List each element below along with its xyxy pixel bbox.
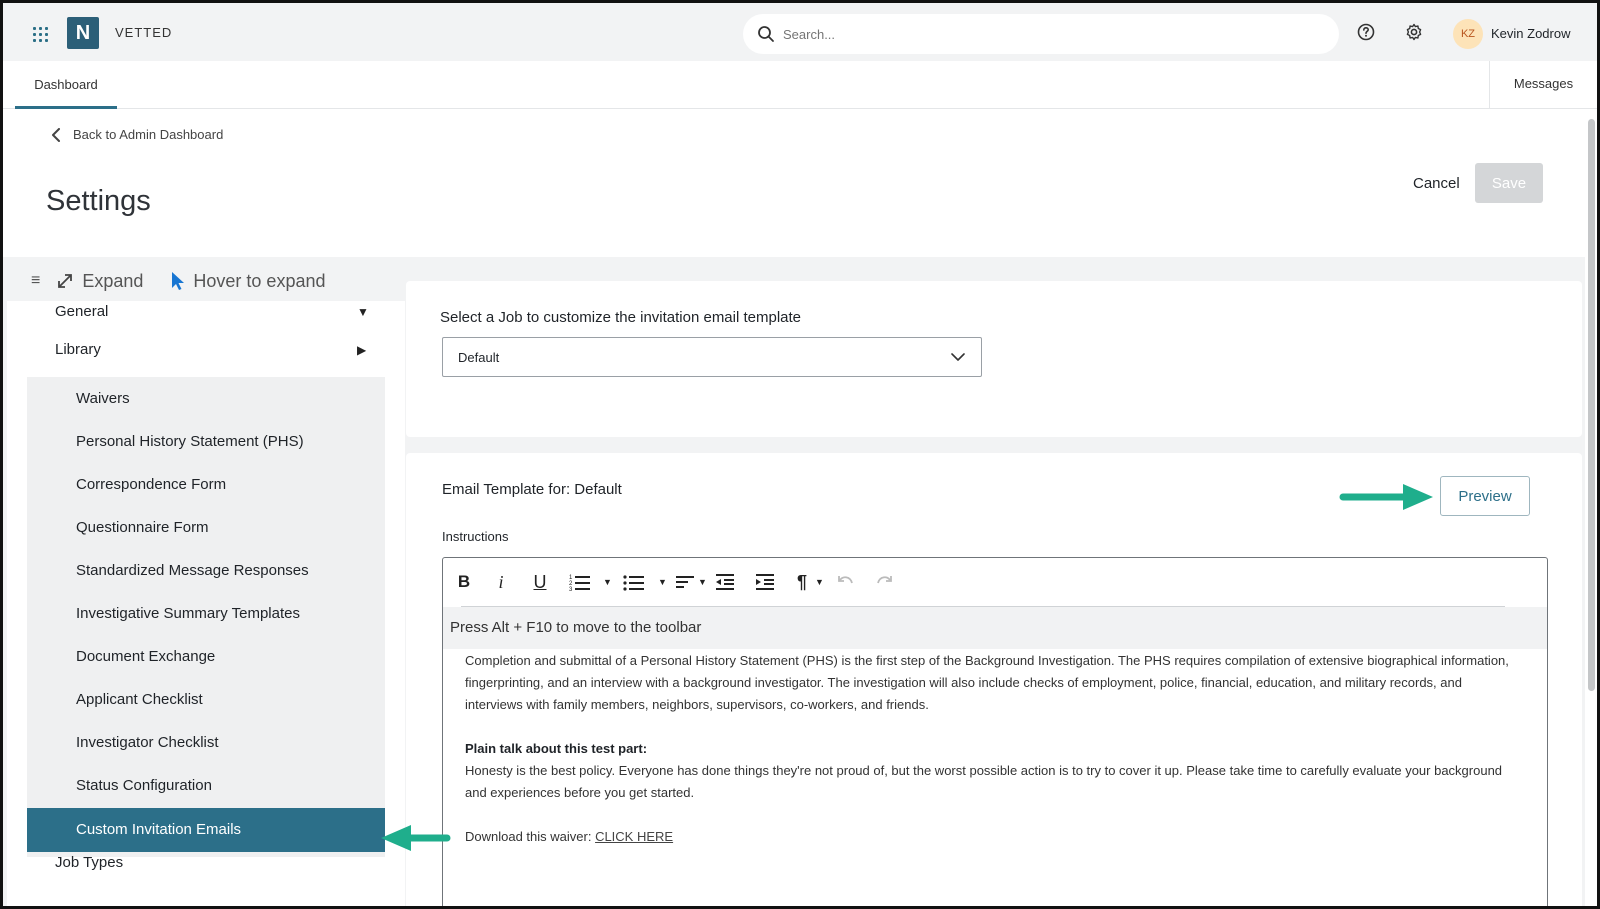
sidebar-item-waivers[interactable]: Waivers — [27, 377, 385, 421]
email-template-title: Email Template for: Default — [442, 481, 622, 498]
chevron-left-icon — [52, 127, 60, 142]
scrollbar-thumb[interactable] — [1588, 119, 1595, 691]
settings-sidebar: General ▼ Library ▶ Waivers Personal His… — [7, 301, 405, 906]
search-icon — [758, 26, 774, 42]
gear-icon[interactable] — [1405, 23, 1423, 41]
search-box[interactable] — [743, 14, 1339, 54]
numbered-list-caret-icon[interactable]: ▼ — [603, 570, 612, 594]
page-scrollbar[interactable] — [1585, 109, 1597, 906]
align-caret-icon[interactable]: ▼ — [698, 570, 707, 594]
sidebar-item-investigative-summary-templates[interactable]: Investigative Summary Templates — [27, 592, 385, 636]
instructions-label: Instructions — [442, 529, 509, 544]
top-bar: N VETTED KZ Kevin Zodrow — [3, 3, 1597, 61]
sidebar-tools: ≡ Expand Hover to expand — [31, 265, 326, 297]
annotation-arrow-left-icon — [381, 825, 451, 851]
sidebar-item-investigator-checklist[interactable]: Investigator Checklist — [27, 721, 385, 765]
download-text: Download this waiver: — [465, 829, 596, 844]
tab-messages[interactable]: Messages — [1489, 61, 1597, 109]
chevron-down-icon — [951, 353, 965, 361]
expand-icon[interactable] — [56, 272, 74, 290]
help-icon[interactable] — [1357, 23, 1375, 41]
paragraph-icon[interactable]: ¶ — [795, 570, 809, 594]
job-select-value: Default — [458, 350, 500, 365]
save-button[interactable]: Save — [1475, 163, 1543, 203]
avatar[interactable]: KZ — [1453, 19, 1483, 49]
editor-paragraph: Completion and submittal of a Personal H… — [465, 653, 1509, 712]
tab-dashboard[interactable]: Dashboard — [15, 61, 117, 109]
editor-heading: Plain talk about this test part: — [465, 741, 648, 756]
bullet-list-icon[interactable] — [623, 570, 645, 594]
redo-icon[interactable] — [875, 570, 895, 594]
tab-bar: Dashboard Messages — [3, 61, 1597, 109]
editor-paragraph: Honesty is the best policy. Everyone has… — [465, 763, 1503, 800]
sidebar-item-custom-invitation-emails[interactable]: Custom Invitation Emails — [27, 808, 385, 852]
caret-down-icon[interactable]: ▼ — [357, 305, 369, 319]
search-input[interactable] — [783, 22, 1323, 46]
preview-button[interactable]: Preview — [1440, 476, 1530, 516]
click-here-link[interactable]: CLICK HERE — [595, 829, 673, 844]
back-to-admin-link[interactable]: Back to Admin Dashboard — [51, 127, 223, 142]
cancel-button[interactable]: Cancel — [1401, 163, 1472, 203]
sidebar-item-document-exchange[interactable]: Document Exchange — [27, 635, 385, 679]
annotation-arrow-right-icon — [1339, 484, 1433, 510]
job-select-card: Select a Job to customize the invitation… — [406, 281, 1582, 437]
download-line: Download this waiver: CLICK HERE — [465, 826, 1515, 848]
email-template-card: Email Template for: Default Preview Inst… — [406, 453, 1582, 906]
svg-text:3: 3 — [569, 587, 573, 593]
job-select-dropdown[interactable]: Default — [442, 337, 982, 377]
bold-icon[interactable]: B — [455, 570, 473, 594]
paragraph-caret-icon[interactable]: ▼ — [815, 570, 824, 594]
rich-text-editor[interactable]: B i U 1 2 3 ▼ ▼ ▼ ¶ ▼ Press Alt + F10 to… — [442, 557, 1548, 906]
menu-icon[interactable]: ≡ — [31, 272, 40, 290]
cursor-icon — [172, 272, 185, 290]
toolbar-hint: Press Alt + F10 to move to the toolbar — [443, 607, 1547, 649]
sidebar-item-phs[interactable]: Personal History Statement (PHS) — [27, 420, 385, 464]
italic-icon[interactable]: i — [493, 570, 509, 594]
library-submenu: Waivers Personal History Statement (PHS)… — [27, 377, 385, 857]
app-window: N VETTED KZ Kevin Zodrow Dashboard Messa… — [0, 0, 1600, 909]
sidebar-item-status-configuration[interactable]: Status Configuration — [27, 764, 385, 808]
sidebar-item-correspondence-form[interactable]: Correspondence Form — [27, 463, 385, 507]
editor-content[interactable]: Completion and submittal of a Personal H… — [465, 650, 1515, 848]
indent-icon[interactable] — [755, 570, 775, 594]
sidebar-item-library[interactable]: Library — [55, 341, 101, 358]
outdent-icon[interactable] — [715, 570, 735, 594]
job-select-label: Select a Job to customize the invitation… — [440, 309, 802, 326]
numbered-list-icon[interactable]: 1 2 3 — [569, 570, 591, 594]
sidebar-item-questionnaire-form[interactable]: Questionnaire Form — [27, 506, 385, 550]
editor-toolbar: B i U 1 2 3 ▼ ▼ ▼ ¶ ▼ — [443, 558, 1547, 606]
brand-name: VETTED — [115, 25, 173, 40]
app-launcher-icon[interactable] — [33, 27, 48, 42]
expand-label[interactable]: Expand — [82, 271, 143, 292]
sidebar-item-applicant-checklist[interactable]: Applicant Checklist — [27, 678, 385, 722]
bullet-list-caret-icon[interactable]: ▼ — [658, 570, 667, 594]
back-link-label: Back to Admin Dashboard — [73, 127, 224, 142]
undo-icon[interactable] — [835, 570, 855, 594]
user-name[interactable]: Kevin Zodrow — [1491, 26, 1570, 41]
sidebar-item-general[interactable]: General — [55, 303, 108, 320]
underline-icon[interactable]: U — [531, 570, 549, 594]
logo: N — [67, 17, 99, 49]
caret-right-icon[interactable]: ▶ — [357, 343, 366, 357]
align-icon[interactable] — [675, 570, 695, 594]
page-title: Settings — [46, 185, 151, 217]
hover-to-expand-label[interactable]: Hover to expand — [193, 271, 325, 292]
sidebar-item-standardized-message-responses[interactable]: Standardized Message Responses — [27, 549, 385, 593]
sidebar-item-job-types[interactable]: Job Types — [55, 854, 123, 871]
